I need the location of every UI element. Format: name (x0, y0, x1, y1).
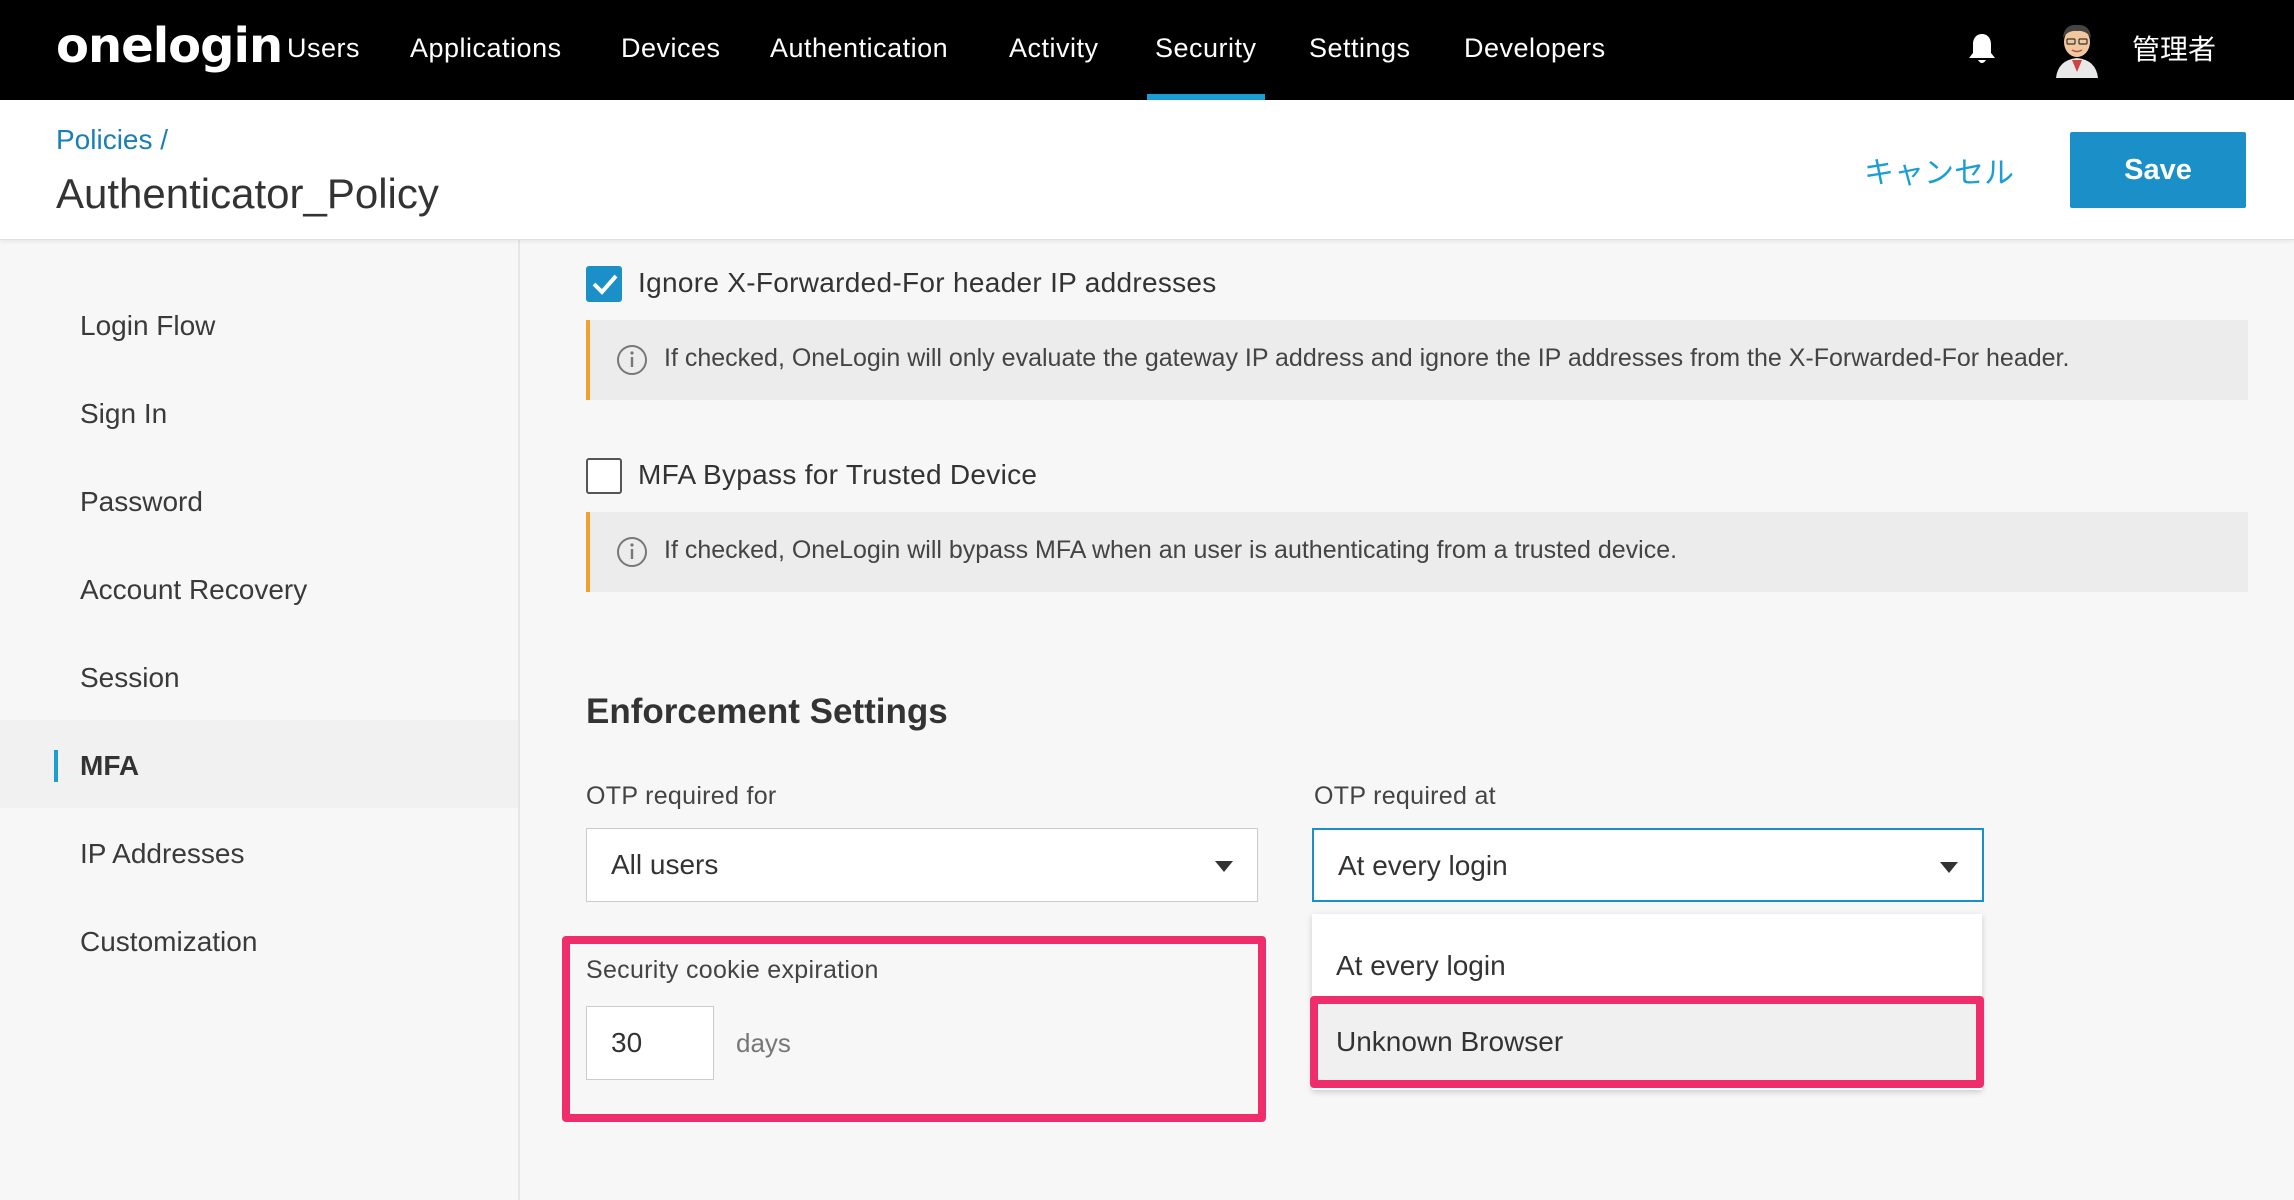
ignore-xff-info: If checked, OneLogin will only evaluate … (586, 320, 2248, 400)
nav-developers[interactable]: Developers (1464, 0, 1606, 100)
top-nav: onelogin Users Applications Devices Auth… (0, 0, 2294, 100)
chevron-down-icon (1940, 862, 1958, 873)
unknown-browser-highlight (1310, 996, 1984, 1088)
ignore-xff-label[interactable]: Ignore X-Forwarded-For header IP address… (638, 267, 1217, 299)
otp-required-at-label: OTP required at (1314, 782, 1496, 810)
info-icon (617, 345, 647, 375)
nav-settings[interactable]: Settings (1309, 0, 1411, 100)
onelogin-logo[interactable]: onelogin (56, 18, 283, 74)
ignore-xff-checkbox[interactable] (586, 266, 622, 302)
mfa-bypass-info-text: If checked, OneLogin will bypass MFA whe… (664, 536, 1678, 564)
mfa-bypass-info: If checked, OneLogin will bypass MFA whe… (586, 512, 2248, 592)
otp-required-at-select[interactable]: At every login (1312, 828, 1984, 902)
nav-devices[interactable]: Devices (621, 0, 721, 100)
otp-required-for-select[interactable]: All users (586, 828, 1258, 902)
sidebar-item-password[interactable]: Password (80, 486, 203, 518)
main-content: Ignore X-Forwarded-For header IP address… (522, 240, 2294, 1200)
avatar[interactable] (2052, 20, 2102, 78)
enforcement-settings-title: Enforcement Settings (586, 692, 948, 731)
sidebar-item-login-flow[interactable]: Login Flow (80, 310, 215, 342)
cookie-expiration-unit: days (736, 1028, 791, 1058)
nav-applications[interactable]: Applications (410, 0, 562, 100)
sidebar-item-sign-in[interactable]: Sign In (80, 398, 167, 430)
nav-security[interactable]: Security (1147, 0, 1265, 100)
page-title: Authenticator_Policy (56, 170, 439, 217)
dropdown-option-every-login[interactable]: At every login (1312, 928, 1982, 1004)
otp-required-at-value: At every login (1338, 850, 1508, 881)
nav-activity[interactable]: Activity (1009, 0, 1099, 100)
nav-users[interactable]: Users (287, 0, 360, 100)
sidebar: Login Flow Sign In Password Account Reco… (0, 240, 520, 1200)
breadcrumb[interactable]: Policies / (56, 124, 168, 156)
save-button[interactable]: Save (2070, 132, 2246, 208)
otp-required-for-label: OTP required for (586, 782, 777, 810)
cancel-button[interactable]: キャンセル (1864, 148, 2014, 192)
mfa-bypass-label[interactable]: MFA Bypass for Trusted Device (638, 459, 1037, 491)
otp-required-for-value: All users (611, 849, 719, 880)
sidebar-item-account-recovery[interactable]: Account Recovery (80, 574, 307, 606)
nav-authentication[interactable]: Authentication (770, 0, 948, 100)
mfa-bypass-checkbox[interactable] (586, 458, 622, 494)
cookie-expiration-label: Security cookie expiration (586, 956, 879, 984)
sidebar-item-session[interactable]: Session (80, 662, 180, 694)
sidebar-item-ip-addresses[interactable]: IP Addresses (80, 838, 244, 870)
sidebar-active-indicator (54, 750, 58, 782)
sidebar-active-highlight (0, 720, 518, 808)
info-icon (617, 537, 647, 567)
page-header: Policies / Authenticator_Policy キャンセル Sa… (0, 100, 2294, 240)
dropdown-option-label: At every login (1336, 950, 1506, 981)
chevron-down-icon (1215, 861, 1233, 872)
checkmark-icon (592, 274, 618, 295)
cookie-expiration-input[interactable]: 30 (586, 1006, 714, 1080)
ignore-xff-info-text: If checked, OneLogin will only evaluate … (664, 344, 2070, 372)
sidebar-item-customization[interactable]: Customization (80, 926, 257, 958)
sidebar-item-mfa[interactable]: MFA (80, 750, 139, 782)
bell-icon[interactable] (1966, 32, 1998, 66)
user-name[interactable]: 管理者 (2132, 28, 2216, 68)
